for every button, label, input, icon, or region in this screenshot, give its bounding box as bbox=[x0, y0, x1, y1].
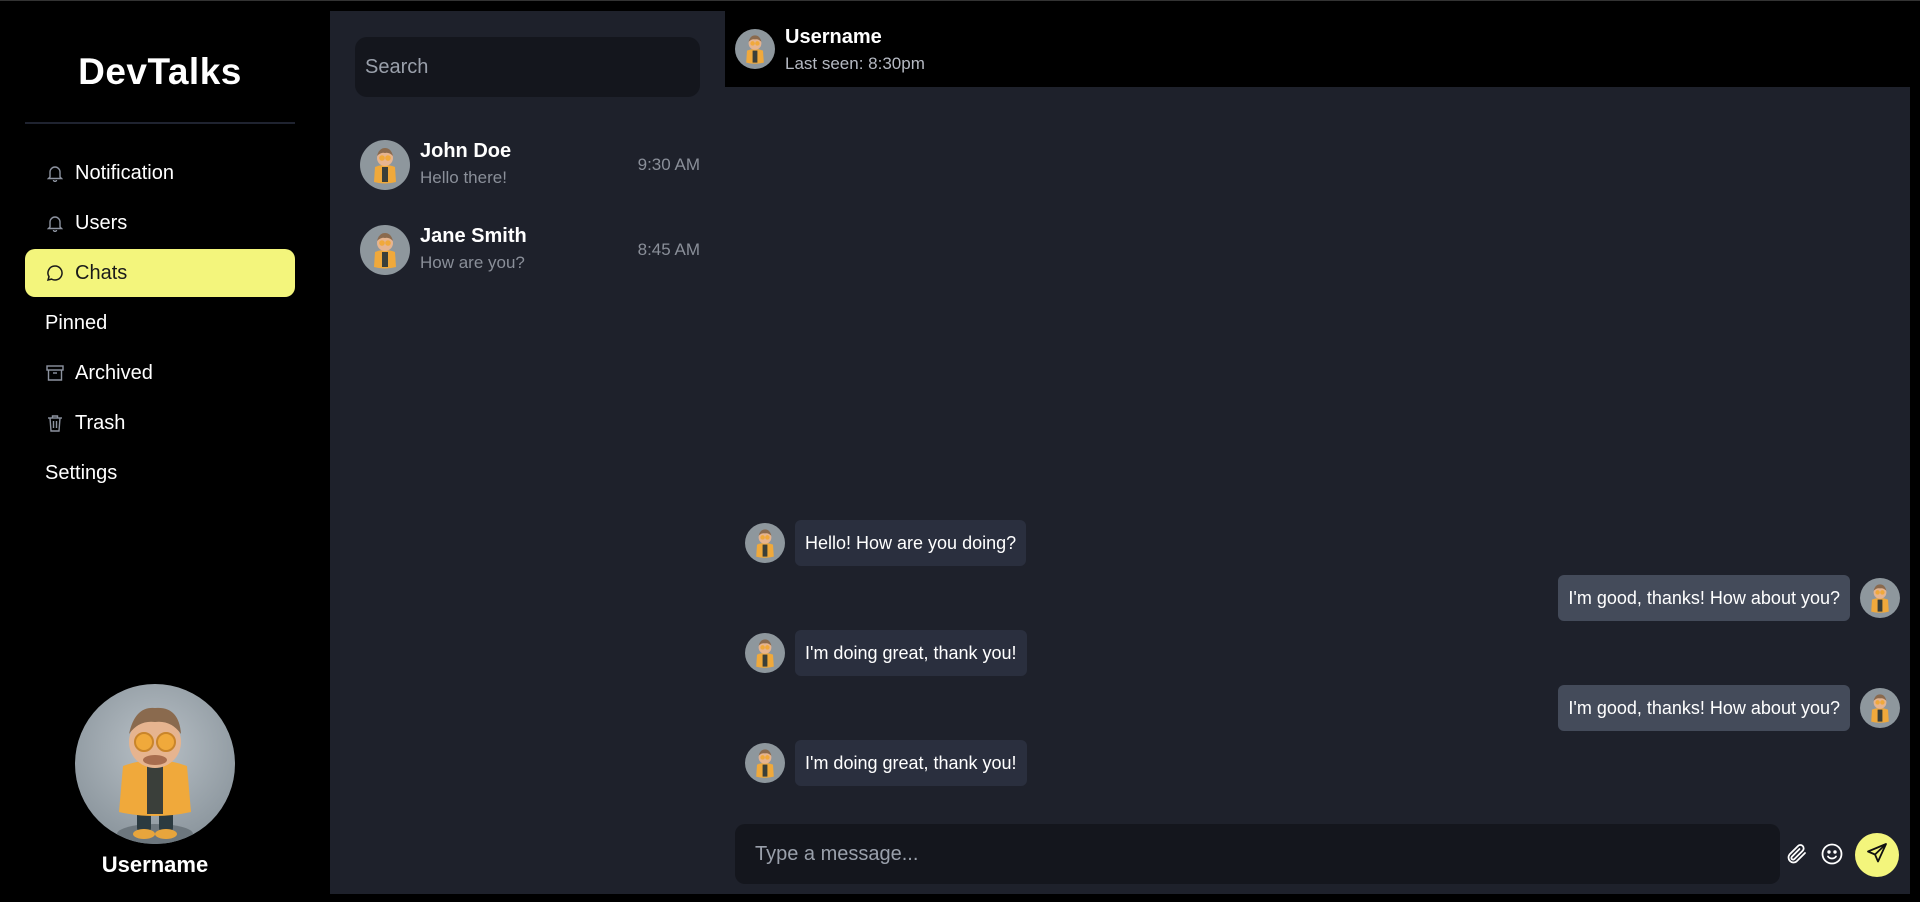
sidebar-item-label: Trash bbox=[75, 411, 126, 434]
message-incoming: I'm doing great, thank you! bbox=[745, 740, 1027, 786]
sidebar-item-archived[interactable]: Archived bbox=[25, 349, 295, 397]
brand-logo: DevTalks bbox=[78, 51, 242, 92]
avatar bbox=[745, 633, 785, 673]
conversation-name: John Doe bbox=[420, 140, 512, 162]
sidebar-item-label: Notification bbox=[75, 161, 174, 184]
sidebar-item-label: Users bbox=[75, 211, 128, 234]
message-outgoing: I'm good, thanks! How about you? bbox=[1558, 575, 1900, 621]
conversation-time: 9:30 AM bbox=[637, 155, 700, 174]
sidebar-item-users[interactable]: Users bbox=[25, 199, 295, 247]
avatar[interactable] bbox=[75, 684, 235, 844]
divider bbox=[25, 122, 295, 124]
search-input[interactable] bbox=[355, 37, 700, 97]
sidebar: DevTalks Notification Users Chats Pinned… bbox=[0, 1, 330, 894]
chat-header: Username Last seen: 8:30pm bbox=[725, 11, 1920, 87]
message-bubble: I'm good, thanks! How about you? bbox=[1558, 685, 1850, 731]
sidebar-nav: Notification Users Chats Pinned Archived… bbox=[25, 149, 295, 499]
message-outgoing: I'm good, thanks! How about you? bbox=[1558, 685, 1900, 731]
conversation-name: Jane Smith bbox=[420, 225, 527, 247]
conversation-time: 8:45 AM bbox=[637, 240, 700, 259]
trash-icon bbox=[45, 413, 65, 433]
last-seen-status: Last seen: 8:30pm bbox=[785, 54, 925, 73]
app-window: DevTalks Notification Users Chats Pinned… bbox=[0, 0, 1920, 902]
sidebar-item-chats[interactable]: Chats bbox=[25, 249, 295, 297]
message-bubble: I'm doing great, thank you! bbox=[795, 740, 1027, 786]
message-incoming: I'm doing great, thank you! bbox=[745, 630, 1027, 676]
smiley-icon[interactable] bbox=[1817, 839, 1847, 869]
avatar bbox=[1860, 688, 1900, 728]
avatar bbox=[745, 743, 785, 783]
avatar[interactable] bbox=[735, 29, 775, 69]
sidebar-item-label: Archived bbox=[75, 361, 153, 384]
avatar bbox=[745, 523, 785, 563]
chat-bubble-icon bbox=[45, 263, 65, 283]
conversation-preview: Hello there! bbox=[420, 168, 507, 187]
send-button[interactable] bbox=[1855, 833, 1899, 877]
chat-panel: Username Last seen: 8:30pm Hello! How ar… bbox=[725, 11, 1920, 894]
message-bubble: Hello! How are you doing? bbox=[795, 520, 1027, 566]
conversation-item-john-doe[interactable]: John Doe Hello there! 9:30 AM bbox=[360, 135, 700, 195]
sidebar-item-settings[interactable]: Settings bbox=[25, 449, 295, 497]
paperclip-icon[interactable] bbox=[1782, 839, 1812, 869]
message-bubble: I'm good, thanks! How about you? bbox=[1558, 575, 1850, 621]
sidebar-item-label: Chats bbox=[75, 261, 128, 284]
sidebar-item-label: Settings bbox=[45, 461, 118, 484]
avatar bbox=[360, 225, 410, 275]
conversation-preview: How are you? bbox=[420, 253, 525, 272]
message-incoming: Hello! How are you doing? bbox=[745, 520, 1027, 566]
bell-icon bbox=[45, 163, 65, 183]
sidebar-item-label: Pinned bbox=[45, 311, 108, 334]
message-bubble: I'm doing great, thank you! bbox=[795, 630, 1027, 676]
send-icon bbox=[1865, 841, 1889, 870]
message-input[interactable] bbox=[735, 824, 1780, 884]
archive-icon bbox=[45, 363, 65, 383]
sidebar-item-pinned[interactable]: Pinned bbox=[25, 299, 295, 347]
sidebar-item-notification[interactable]: Notification bbox=[25, 149, 295, 197]
avatar bbox=[360, 140, 410, 190]
conversation-item-jane-smith[interactable]: Jane Smith How are you? 8:45 AM bbox=[360, 220, 700, 280]
conversation-list-panel: John Doe Hello there! 9:30 AM Jane Smith… bbox=[330, 11, 725, 894]
sidebar-item-trash[interactable]: Trash bbox=[25, 399, 295, 447]
user-profile[interactable]: Username bbox=[75, 684, 235, 878]
avatar bbox=[1860, 578, 1900, 618]
chat-title: Username bbox=[785, 26, 882, 48]
profile-name: Username bbox=[101, 852, 209, 877]
bell-icon bbox=[45, 213, 65, 233]
